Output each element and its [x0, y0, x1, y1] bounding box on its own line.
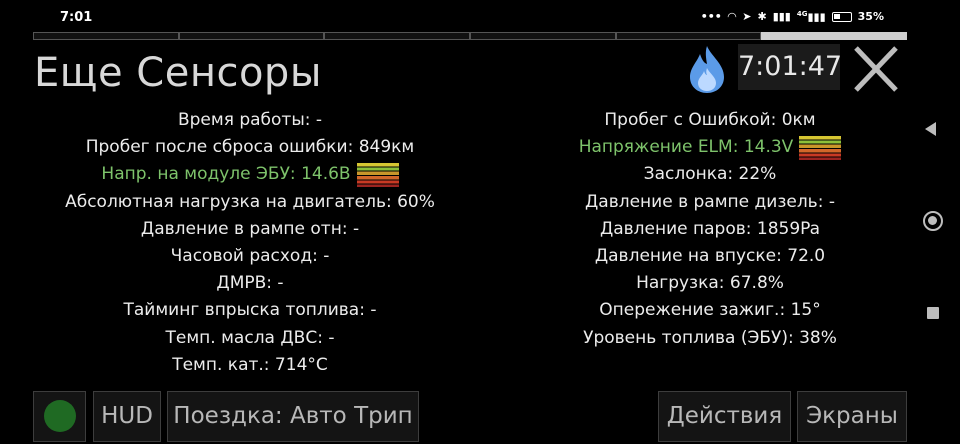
sensor-row: Темп. кат.: 714°C — [172, 354, 328, 375]
page-segment — [324, 32, 471, 40]
status-bar: 7:01 ••• ◠ ➤ ✱ ▮▮▮ 4G▮▮▮ 35% — [0, 0, 960, 32]
sensor-row: Давление на впуске: 72.0 — [594, 246, 826, 267]
actions-button[interactable]: Действия — [658, 391, 791, 442]
sensor-row: Пробег после сброса ошибки: 849км — [85, 137, 415, 158]
more-icon: ••• — [700, 10, 722, 24]
flame-icon[interactable] — [684, 44, 730, 94]
trip-button[interactable]: Поездка: Авто Трип — [167, 391, 419, 442]
recent-apps-icon[interactable] — [927, 307, 939, 319]
clock-display: 7:01:47 — [738, 44, 842, 90]
back-icon[interactable] — [925, 122, 936, 136]
sensor-column-left: Время работы: - Пробег после сброса ошиб… — [40, 107, 460, 379]
home-icon[interactable] — [923, 211, 943, 231]
system-nav-bar — [908, 0, 960, 444]
sensor-row: Давление паров: 1859Pa — [599, 218, 821, 239]
sensor-row: Уровень топлива (ЭБУ): 38% — [583, 327, 837, 348]
page-segment — [470, 32, 616, 40]
sensor-row: Заслонка: 22% — [643, 164, 777, 185]
sensor-row: ДМРВ: - — [216, 273, 284, 294]
page-segment-active — [761, 32, 908, 40]
status-dot-icon — [43, 400, 76, 432]
sensor-column-right: Пробег с Ошибкой: 0км Напряжение ELM: 14… — [520, 107, 900, 352]
4g-label: 4G — [796, 10, 808, 18]
screens-button[interactable]: Экраны — [797, 391, 907, 442]
level-bar-icon — [356, 162, 399, 187]
4g-signal-icon: 4G▮▮▮ — [796, 10, 826, 24]
battery-icon — [831, 11, 852, 22]
status-time: 7:01 — [60, 10, 93, 25]
sensor-row: Темп. масла ДВС: - — [165, 327, 335, 348]
sensor-row: Абсолютная нагрузка на двигатель: 60% — [65, 191, 435, 212]
status-icons: ••• ◠ ➤ ✱ ▮▮▮ 4G▮▮▮ 35% — [701, 10, 884, 24]
sensor-row: Часовой расход: - — [170, 246, 330, 267]
sensor-row: Давление в рампе отн: - — [140, 218, 360, 239]
connection-status-button[interactable] — [33, 391, 86, 442]
page-segment — [178, 32, 325, 40]
sensor-row: Пробег с Ошибкой: 0км — [604, 110, 816, 131]
sensor-row: Напр. на модуле ЭБУ: 14.6В — [40, 161, 460, 188]
headphones-icon: ◠ — [727, 10, 737, 24]
level-bar-icon — [799, 135, 842, 160]
hud-button[interactable]: HUD — [93, 391, 161, 442]
sensor-row: Напряжение ELM: 14.3V — [520, 134, 900, 161]
close-icon[interactable] — [850, 44, 902, 94]
battery-level: 35% — [857, 10, 884, 24]
sensor-row: Тайминг впрыска топлива: - — [123, 300, 377, 321]
sensor-row: Нагрузка: 67.8% — [636, 273, 784, 294]
bluetooth-icon: ✱ — [757, 10, 767, 24]
sensor-row: Время работы: - — [177, 110, 323, 131]
page-title: Еще Сенсоры — [34, 50, 322, 96]
sensor-row: Опережение зажиг.: 15° — [599, 300, 821, 321]
page-indicator — [33, 32, 908, 40]
page-segment — [33, 32, 179, 40]
signal-icon: ▮▮▮ — [772, 10, 791, 24]
sensor-row: Давление в рампе дизель: - — [585, 191, 835, 212]
location-icon: ➤ — [742, 10, 752, 24]
page-segment — [615, 32, 762, 40]
